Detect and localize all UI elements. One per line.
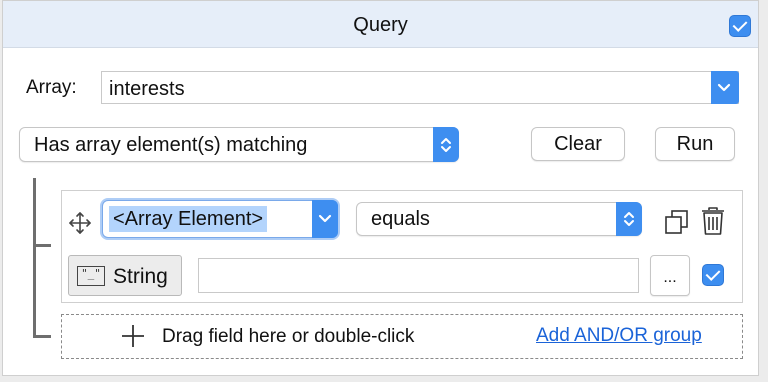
query-enabled-checkbox[interactable] [729, 15, 751, 37]
query-rule: <Array Element> equals "_" String ... [61, 190, 743, 303]
chevron-down-icon[interactable] [711, 71, 739, 104]
array-select-value: interests [109, 78, 185, 100]
query-title: Query [353, 14, 408, 36]
match-mode-value: Has array element(s) matching [34, 134, 308, 156]
chevron-down-icon[interactable] [312, 200, 338, 238]
rule-field-select[interactable]: <Array Element> [102, 200, 338, 238]
query-panel: Query Array: interests Has array element… [2, 0, 759, 376]
value-type-label: String [113, 265, 168, 288]
rule-operator-select[interactable]: equals [356, 202, 642, 236]
array-label: Array: [26, 77, 77, 98]
tree-bracket [33, 178, 36, 338]
updown-arrows-icon[interactable] [616, 202, 642, 236]
drop-zone[interactable]: Drag field here or double-click Add AND/… [61, 314, 743, 359]
array-select[interactable]: interests [101, 71, 739, 104]
value-type-button[interactable]: "_" String [68, 255, 182, 296]
query-header: Query [3, 1, 758, 48]
rule-operator-value: equals [371, 208, 430, 230]
tree-branch [33, 335, 51, 338]
drop-zone-hint: Drag field here or double-click [162, 326, 415, 347]
rule-field-value: <Array Element> [113, 208, 264, 230]
move-icon[interactable] [68, 211, 92, 235]
updown-arrows-icon[interactable] [433, 127, 459, 162]
duplicate-icon[interactable] [663, 208, 691, 236]
trash-icon[interactable] [700, 206, 726, 236]
plus-icon[interactable] [120, 323, 146, 349]
match-mode-select[interactable]: Has array element(s) matching [19, 127, 459, 162]
add-and-or-group-link[interactable]: Add AND/OR group [536, 325, 702, 347]
more-options-button[interactable]: ... [650, 255, 690, 296]
clear-button[interactable]: Clear [531, 127, 625, 161]
rule-value-input[interactable] [198, 258, 639, 293]
rule-enabled-checkbox[interactable] [702, 264, 724, 286]
tree-branch [33, 244, 51, 247]
run-button[interactable]: Run [655, 127, 735, 161]
string-type-icon: "_" [77, 266, 105, 286]
